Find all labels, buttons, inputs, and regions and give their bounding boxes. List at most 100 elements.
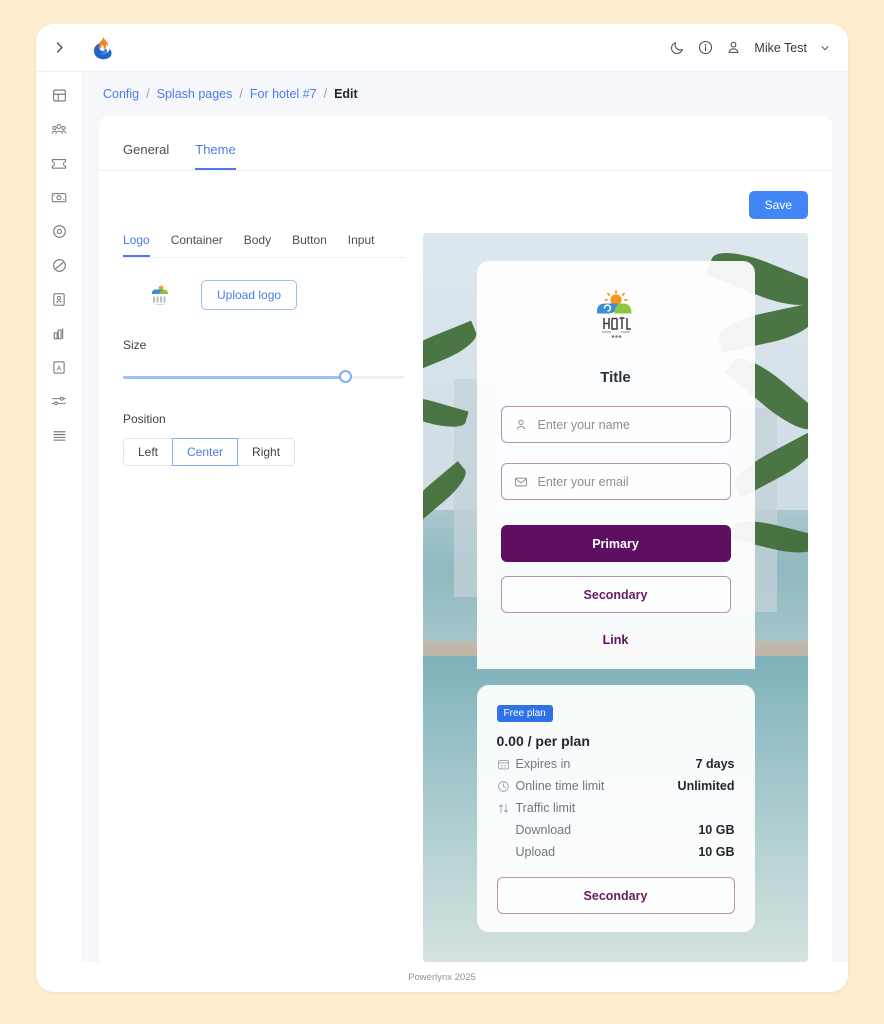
sidebar-item-reports[interactable] bbox=[43, 324, 75, 342]
splash-preview: Title Enter your name Enter your email P… bbox=[423, 233, 808, 962]
envelope-icon bbox=[514, 477, 527, 486]
info-circle-icon bbox=[699, 40, 713, 55]
plan-row-online-time: Online time limit Unlimited bbox=[497, 779, 735, 793]
subtab-input[interactable]: Input bbox=[348, 233, 375, 257]
hotel-sun-logo bbox=[596, 290, 631, 338]
id-card-icon bbox=[53, 292, 65, 306]
logo-size-slider[interactable] bbox=[123, 370, 405, 384]
subtab-container[interactable]: Container bbox=[171, 233, 223, 257]
primary-button[interactable]: Primary bbox=[500, 525, 731, 562]
dark-mode-toggle[interactable] bbox=[670, 40, 685, 55]
breadcrumb-item-config[interactable]: Config bbox=[103, 87, 139, 101]
breadcrumb: Config / Splash pages / For hotel #7 / E… bbox=[83, 72, 848, 116]
breadcrumb-current: Edit bbox=[334, 87, 358, 101]
breadcrumb-item-splash-pages[interactable]: Splash pages bbox=[157, 87, 233, 101]
brand-logo[interactable] bbox=[83, 36, 123, 60]
person-icon bbox=[516, 419, 525, 430]
email-input-field[interactable]: Enter your email bbox=[500, 463, 731, 500]
theme-subtabs: Logo Container Body Button Input bbox=[123, 233, 405, 258]
sidebar-item-users[interactable] bbox=[43, 120, 75, 138]
save-row: Save bbox=[99, 171, 832, 219]
name-input-field[interactable]: Enter your name bbox=[500, 406, 731, 443]
editor-card: General Theme Save Logo Container Body B… bbox=[99, 116, 832, 962]
secondary-button[interactable]: Secondary bbox=[500, 576, 731, 613]
plan-price: 0.00 / per plan bbox=[496, 733, 590, 749]
info-button[interactable] bbox=[698, 40, 713, 55]
footer: Powerlynx 2025 bbox=[36, 962, 848, 992]
plan-row-label: Traffic limit bbox=[515, 801, 576, 815]
tab-general[interactable]: General bbox=[123, 142, 169, 170]
top-bar: Mike Test bbox=[36, 24, 848, 72]
editor-panes: Logo Container Body Button Input Upload … bbox=[99, 219, 832, 962]
svg-text:A: A bbox=[57, 365, 62, 372]
account-icon[interactable] bbox=[726, 40, 741, 55]
calendar-icon bbox=[497, 758, 516, 771]
subtab-button[interactable]: Button bbox=[292, 233, 327, 257]
subtab-logo[interactable]: Logo bbox=[123, 233, 150, 257]
sidebar-item-dashboard[interactable] bbox=[43, 86, 75, 104]
sidebar-item-vouchers[interactable] bbox=[43, 154, 75, 172]
plan-row-label: Expires in bbox=[515, 757, 571, 771]
breadcrumb-separator: / bbox=[239, 87, 243, 101]
plan-row-label: Download bbox=[515, 823, 572, 837]
name-input-placeholder: Enter your name bbox=[537, 417, 630, 432]
tab-theme[interactable]: Theme bbox=[195, 142, 236, 170]
plan-row-value: 7 days bbox=[695, 757, 735, 771]
plan-secondary-button[interactable]: Secondary bbox=[496, 877, 735, 914]
bar-chart-icon bbox=[53, 327, 63, 339]
app-window: Mike Test A Config / Splash pages / For … bbox=[36, 24, 848, 992]
flame-logo-icon bbox=[94, 36, 112, 59]
sidebar-item-identity[interactable] bbox=[43, 290, 75, 308]
slider-knob[interactable] bbox=[339, 370, 353, 383]
plan-row-value: 10 GB bbox=[698, 823, 735, 837]
user-menu-chevron[interactable] bbox=[820, 43, 830, 53]
chevron-right-icon bbox=[56, 42, 63, 53]
plan-row-label: Online time limit bbox=[515, 779, 605, 793]
sidebar-item-config[interactable] bbox=[43, 392, 75, 410]
transfer-icon bbox=[497, 802, 516, 815]
position-label: Position bbox=[123, 412, 166, 426]
sidebar-item-content[interactable]: A bbox=[43, 358, 75, 376]
ticket-icon bbox=[51, 159, 67, 169]
email-input-placeholder: Enter your email bbox=[537, 474, 629, 489]
main-tabs: General Theme bbox=[99, 116, 832, 171]
sidebar-toggle-button[interactable] bbox=[36, 24, 83, 72]
user-name-label[interactable]: Mike Test bbox=[754, 41, 807, 55]
position-option-left[interactable]: Left bbox=[123, 438, 174, 466]
slider-fill bbox=[123, 376, 346, 379]
size-label: Size bbox=[123, 338, 147, 352]
hotel-logo-thumbnail bbox=[152, 285, 168, 305]
upload-logo-button[interactable]: Upload logo bbox=[201, 280, 298, 310]
sidebar-item-locations[interactable] bbox=[43, 222, 75, 240]
plan-row-upload: Upload 10 GB bbox=[497, 845, 735, 859]
plan-row-value: Unlimited bbox=[677, 779, 735, 793]
text-box-icon: A bbox=[53, 360, 65, 374]
position-option-center[interactable]: Center bbox=[172, 438, 239, 466]
splash-title: Title bbox=[600, 369, 631, 386]
location-pin-icon bbox=[52, 224, 66, 238]
link-button[interactable]: Link bbox=[603, 633, 629, 647]
subtab-body[interactable]: Body bbox=[244, 233, 271, 257]
sidebar-item-logs[interactable] bbox=[43, 426, 75, 444]
sidebar-item-billing[interactable] bbox=[43, 188, 75, 206]
breadcrumb-item-for-hotel[interactable]: For hotel #7 bbox=[250, 87, 317, 101]
person-icon bbox=[728, 41, 739, 53]
sliders-icon bbox=[51, 396, 67, 406]
plan-row-download: Download 10 GB bbox=[497, 823, 735, 837]
logo-position-segmented-control: Left Center Right bbox=[123, 438, 405, 466]
moon-icon bbox=[671, 42, 684, 54]
save-button[interactable]: Save bbox=[748, 191, 808, 219]
hotel-logo-icon bbox=[588, 287, 644, 347]
billing-icon bbox=[51, 192, 67, 202]
left-sidebar: A bbox=[36, 72, 83, 962]
plan-row-expires: Expires in 7 days bbox=[497, 757, 735, 771]
topbar-actions: Mike Test bbox=[670, 40, 848, 55]
plan-card: Free plan 0.00 / per plan Expires in 7 d… bbox=[476, 685, 755, 932]
breadcrumb-separator: / bbox=[146, 87, 150, 101]
chevron-down-icon bbox=[821, 45, 829, 50]
clock-icon bbox=[497, 780, 516, 793]
position-option-right[interactable]: Right bbox=[237, 438, 296, 466]
body-wrapper: A Config / Splash pages / For hotel #7 /… bbox=[36, 72, 848, 962]
dashboard-icon bbox=[52, 89, 66, 101]
sidebar-item-blocked[interactable] bbox=[43, 256, 75, 274]
